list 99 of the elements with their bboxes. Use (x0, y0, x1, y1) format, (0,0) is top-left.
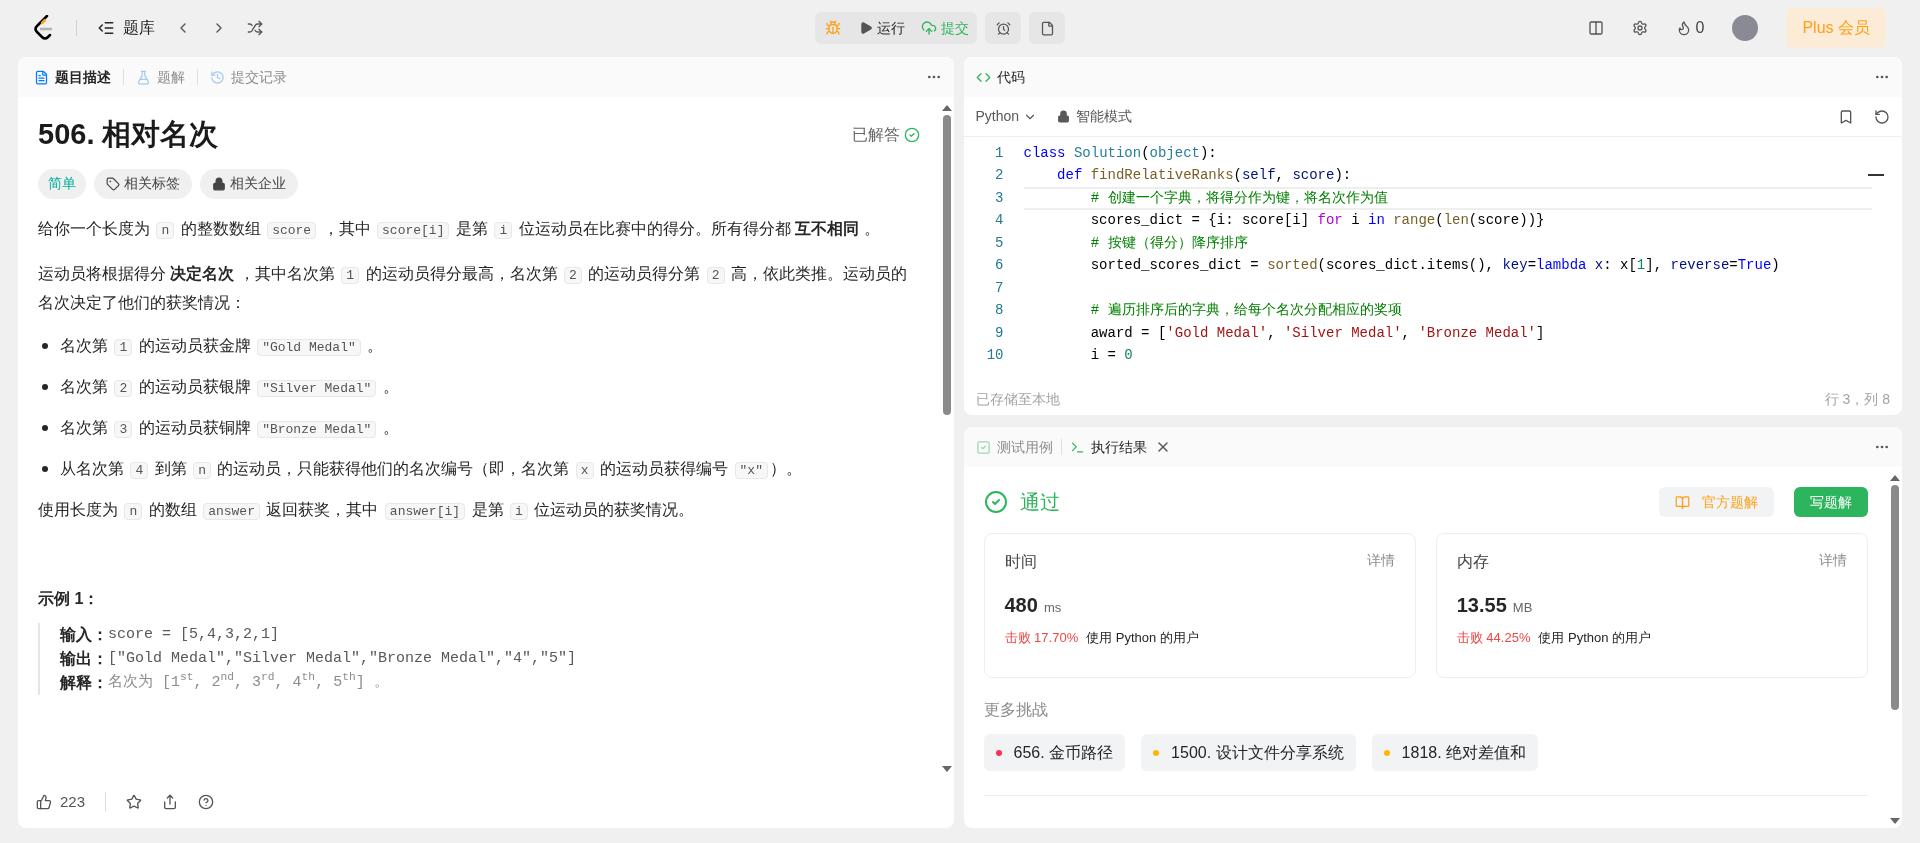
save-status: 已存储至本地 (975, 389, 1060, 409)
lock-icon (212, 176, 226, 191)
code-line: # 按键（得分）降序排序 (1089, 233, 1249, 253)
tab-icon (1069, 439, 1085, 455)
play-icon (859, 21, 873, 35)
language-select[interactable]: Python (975, 106, 1038, 127)
challenge-chip[interactable]: 1500. 设计文件分享系统 (1141, 734, 1356, 771)
list-item: 从名次第 4 到第 n 的运动员，只能获得他们的名次编号（即，名次第 x 的运动员获得编号 "x" ）。 (60, 458, 802, 481)
code-line: scores_dict = {i: score[i] for i in range(len(score))} (1089, 211, 1546, 231)
bullet-icon (42, 342, 48, 349)
cursor-position: 行 3，列 8 (1824, 389, 1890, 409)
check-icon (983, 490, 1008, 514)
challenge-chip[interactable]: 1818. 绝对差值和 (1371, 734, 1539, 771)
tab-icon (34, 69, 49, 85)
tab-icon (210, 69, 225, 85)
solved-status: 已解答 (851, 124, 900, 145)
note-button[interactable] (1029, 12, 1065, 44)
list-item: 名次第 2 的运动员获银牌 "Silver Medal" 。 (60, 376, 399, 399)
alarm-clock-icon (995, 20, 1011, 36)
line-number: 6 (994, 256, 1005, 276)
bullet-icon (42, 383, 48, 390)
companies-tag[interactable]: 相关企业 (200, 168, 298, 199)
help-icon[interactable] (198, 794, 215, 810)
code-line: sorted_scores_dict = sorted(scores_dict.items(), key=lambda x: x[1], reverse=True) (1089, 256, 1781, 276)
example-value: score = [5,4,3,2,1] (108, 624, 280, 645)
beat-caption: 使用 Python 的用户 (1538, 629, 1652, 647)
difficulty-tag: 简单 (38, 168, 86, 199)
line-number: 7 (994, 278, 1005, 298)
panel-tab[interactable]: 题目描述 (30, 66, 115, 88)
description-paragraph: 使用长度为 n 的数组 answer 返回获奖，其中 answer[i] 是第 i 位运动员的获奖情况。 (38, 499, 696, 522)
shuffle-icon[interactable] (247, 20, 263, 36)
upload-icon (921, 20, 937, 36)
stat-unit: MB (1512, 599, 1533, 617)
example-explanation: 名次为 [1$^{st}$, 2$^{nd}$, 3$^{rd}$, 4$^{th}$, 5$^{th}$] 。 (108, 670, 389, 693)
code-line: # 创建一个字典，将得分作为键，将名次作为值 (1023, 187, 1872, 210)
stat-value: 13.55 (1456, 593, 1507, 618)
example-value: ["Gold Medal","Silver Medal","Bronze Medal","4","5"] (108, 648, 577, 669)
share-icon[interactable] (162, 794, 179, 810)
line-number: 4 (994, 211, 1005, 231)
description-paragraph: 给你一个长度为 n 的整数数组 score ，其中 score[i] 是第 i 位运动员在比赛中的得分。所有得分都 互不相同 。 (38, 218, 881, 241)
smart-mode-button[interactable]: 智能模式 (1057, 106, 1133, 127)
line-number: 2 (994, 166, 1005, 186)
details-link[interactable]: 详情 (1366, 550, 1395, 574)
topics-tag[interactable]: 相关标签 (94, 168, 192, 199)
code-tab[interactable]: 代码 (975, 66, 1025, 88)
description-paragraph: 运动员将根据得分 决定名次 ，其中名次第 1 的运动员得分最高，名次第 2 的运动员得分第 2 高，依此类推。运动员的名次决定了他们的获奖情况： (38, 263, 908, 313)
streak-count: 0 (1695, 18, 1705, 38)
example-label: 解释： (60, 672, 108, 693)
list-item: 名次第 1 的运动员获金牌 "Gold Medal" 。 (60, 335, 384, 358)
beat-caption: 使用 Python 的用户 (1086, 629, 1199, 647)
line-number: 8 (994, 301, 1005, 321)
tab-icon (136, 69, 151, 85)
example-label: 输入： (60, 624, 108, 645)
bookmark-icon[interactable] (1838, 108, 1854, 125)
star-icon[interactable] (126, 794, 143, 810)
section-heading: 更多挑战 (983, 700, 1049, 720)
stat-unit: ms (1043, 599, 1062, 617)
stat-label: 时间 (1004, 552, 1037, 572)
problem-title: 506. 相对名次 (38, 117, 219, 152)
code-line: def findRelativeRanks(self, score): (1056, 166, 1353, 186)
lock-icon (1057, 110, 1071, 123)
panel-tab[interactable]: 执行结果 (1069, 436, 1147, 458)
line-number: 9 (994, 323, 1005, 343)
layout-icon[interactable] (1587, 20, 1604, 36)
beat-percentage: 击败 17.70% (1004, 629, 1079, 647)
line-number: 3 (994, 188, 1005, 208)
bullet-icon (42, 465, 48, 472)
line-number: 1 (994, 143, 1005, 163)
line-number: 10 (985, 346, 1005, 366)
code-line: i = 0 (1089, 346, 1134, 366)
example-label: 输出： (60, 648, 108, 669)
code-line: # 遍历排序后的字典，给每个名次分配相应的奖项 (1089, 301, 1403, 321)
stat-label: 内存 (1456, 552, 1489, 572)
reset-icon[interactable] (1874, 108, 1890, 125)
bullet-icon (42, 424, 48, 431)
book-icon (1675, 494, 1690, 510)
bug-icon (825, 20, 841, 36)
avatar[interactable] (1732, 15, 1759, 41)
challenge-chip[interactable]: 656. 金币路径 (983, 734, 1126, 771)
list-icon (97, 19, 115, 37)
details-link[interactable]: 详情 (1819, 550, 1847, 574)
like-count: 223 (60, 791, 86, 812)
line-number: 5 (994, 233, 1005, 253)
timer-button[interactable] (985, 12, 1021, 44)
tag-icon (106, 176, 120, 191)
code-line: award = ['Gold Medal', 'Silver Medal', 'Bronze Medal'] (1089, 323, 1546, 343)
like-icon[interactable] (36, 794, 52, 810)
beat-percentage: 击败 44.25% (1456, 629, 1531, 647)
stat-value: 480 (1004, 593, 1038, 618)
settings-icon[interactable] (1631, 20, 1648, 36)
problem-list-button[interactable]: 题库 (97, 16, 155, 40)
run-button[interactable]: 运行 (851, 12, 913, 44)
tab-icon (975, 439, 991, 455)
list-item: 名次第 3 的运动员获铜牌 "Bronze Medal" 。 (60, 417, 399, 440)
check-icon (903, 126, 920, 143)
example-heading: 示例 1： (38, 588, 101, 609)
code-line: class Solution(object): (1023, 143, 1218, 163)
result-status: 通过 (1019, 490, 1060, 515)
file-icon (1039, 20, 1055, 36)
